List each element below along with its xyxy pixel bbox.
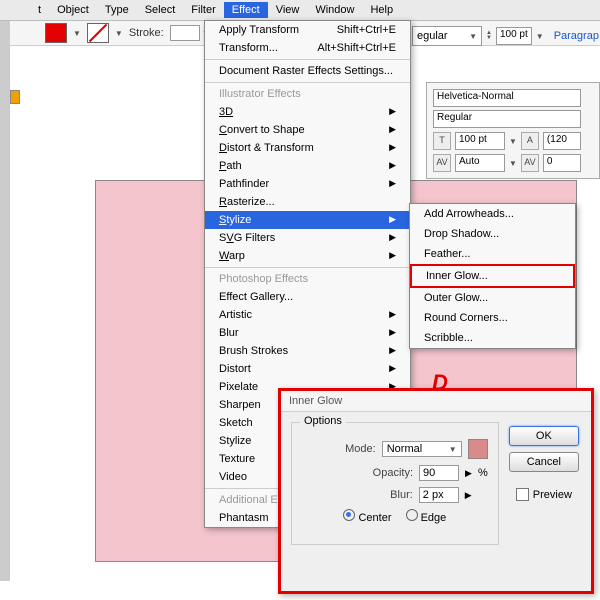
stroke-weight-input[interactable] [170, 25, 200, 41]
opacity-label: Opacity: [373, 467, 413, 479]
menuitem-warp[interactable]: Warp▶ [205, 247, 410, 265]
tracking-icon: AV [521, 154, 539, 172]
menubar: t Object Type Select Filter Effect View … [0, 0, 600, 21]
font-style-field[interactable]: Regular [433, 110, 581, 128]
glow-color-swatch[interactable] [468, 439, 488, 459]
center-radio[interactable] [343, 509, 355, 521]
menuitem-convert-to-shape[interactable]: Convert to Shape▶ [205, 121, 410, 139]
menu-object[interactable]: Object [49, 2, 97, 18]
opacity-input[interactable]: 90 [419, 465, 459, 481]
stroke-label: Stroke: [129, 27, 164, 39]
menu-filter[interactable]: Filter [183, 2, 223, 18]
stepper-icon[interactable]: ▲▼ [486, 31, 492, 41]
font-family-field[interactable]: Helvetica-Normal [433, 89, 581, 107]
opacity-flyout-icon[interactable]: ▶ [465, 468, 472, 479]
menu-view[interactable]: View [268, 2, 308, 18]
menuitem-apply-transform[interactable]: Apply TransformShift+Ctrl+E [205, 21, 410, 39]
font-size-field[interactable]: 100 pt [455, 132, 505, 150]
submenu-feather[interactable]: Feather... [410, 244, 575, 264]
blur-flyout-icon[interactable]: ▶ [465, 490, 472, 501]
kerning-icon: AV [433, 154, 451, 172]
paragraph-link[interactable]: Paragrap [554, 30, 599, 42]
ok-button[interactable]: OK [509, 426, 579, 446]
options-group: Options Mode: Normal▼ Opacity: 90 ▶ % Bl… [291, 422, 499, 545]
chevron-down-icon[interactable]: ▼ [536, 32, 544, 41]
menu-edit[interactable]: t [30, 2, 49, 18]
center-label: Center [358, 512, 391, 524]
menuitem-path[interactable]: Path▶ [205, 157, 410, 175]
leading-field[interactable]: (120 [543, 132, 581, 150]
menu-help[interactable]: Help [362, 2, 401, 18]
menuitem-effect-gallery[interactable]: Effect Gallery... [205, 288, 410, 306]
submenu-scribble[interactable]: Scribble... [410, 328, 575, 348]
submenu-outer-glow[interactable]: Outer Glow... [410, 288, 575, 308]
chevron-down-icon[interactable]: ▼ [73, 29, 81, 38]
layer-indicator [10, 90, 20, 104]
menuitem-doc-raster[interactable]: Document Raster Effects Settings... [205, 62, 410, 80]
submenu-drop-shadow[interactable]: Drop Shadow... [410, 224, 575, 244]
menuitem-distort[interactable]: Distort▶ [205, 360, 410, 378]
menuitem-3d[interactable]: 3D▶ [205, 103, 410, 121]
stylize-submenu: Add Arrowheads... Drop Shadow... Feather… [409, 203, 576, 349]
section-photoshop-effects: Photoshop Effects [205, 270, 410, 288]
font-style-dropdown[interactable]: egular▼ [412, 26, 482, 46]
menuitem-blur[interactable]: Blur▶ [205, 324, 410, 342]
menuitem-stylize[interactable]: Stylize▶ [205, 211, 410, 229]
edge-label: Edge [421, 512, 447, 524]
blur-label: Blur: [390, 489, 413, 501]
preview-label: Preview [533, 489, 572, 501]
menuitem-distort-transform[interactable]: Distort & Transform▶ [205, 139, 410, 157]
inner-glow-dialog: Inner Glow Options Mode: Normal▼ Opacity… [278, 388, 594, 594]
menuitem-rasterize[interactable]: Rasterize... [205, 193, 410, 211]
fill-color-swatch[interactable] [45, 23, 67, 43]
menuitem-artistic[interactable]: Artistic▶ [205, 306, 410, 324]
mode-dropdown[interactable]: Normal▼ [382, 441, 462, 457]
menuitem-svg-filters[interactable]: SVG Filters▶ [205, 229, 410, 247]
mode-label: Mode: [345, 443, 376, 455]
character-panel: Helvetica-Normal Regular T 100 pt▼ A (12… [426, 82, 600, 179]
menuitem-pathfinder[interactable]: Pathfinder▶ [205, 175, 410, 193]
menu-effect[interactable]: Effect [224, 2, 268, 18]
tracking-field[interactable]: 0 [543, 154, 581, 172]
edge-radio[interactable] [406, 509, 418, 521]
menu-type[interactable]: Type [97, 2, 137, 18]
font-size-icon: T [433, 132, 451, 150]
font-size-input[interactable]: 100 pt [496, 27, 532, 45]
submenu-round-corners[interactable]: Round Corners... [410, 308, 575, 328]
no-stroke-swatch[interactable] [87, 23, 109, 43]
submenu-add-arrowheads[interactable]: Add Arrowheads... [410, 204, 575, 224]
dialog-title: Inner Glow [281, 391, 591, 412]
kerning-field[interactable]: Auto [455, 154, 505, 172]
menuitem-brush-strokes[interactable]: Brush Strokes▶ [205, 342, 410, 360]
submenu-inner-glow[interactable]: Inner Glow... [410, 264, 575, 288]
menu-select[interactable]: Select [137, 2, 184, 18]
cancel-button[interactable]: Cancel [509, 452, 579, 472]
percent-label: % [478, 467, 488, 479]
menuitem-transform[interactable]: Transform...Alt+Shift+Ctrl+E [205, 39, 410, 57]
leading-icon: A [521, 132, 539, 150]
ruler-vertical [0, 21, 10, 581]
section-illustrator-effects: Illustrator Effects [205, 85, 410, 103]
options-legend: Options [300, 415, 346, 427]
chevron-down-icon[interactable]: ▼ [115, 29, 123, 38]
blur-input[interactable]: 2 px [419, 487, 459, 503]
preview-checkbox[interactable] [516, 488, 529, 501]
menu-window[interactable]: Window [307, 2, 362, 18]
